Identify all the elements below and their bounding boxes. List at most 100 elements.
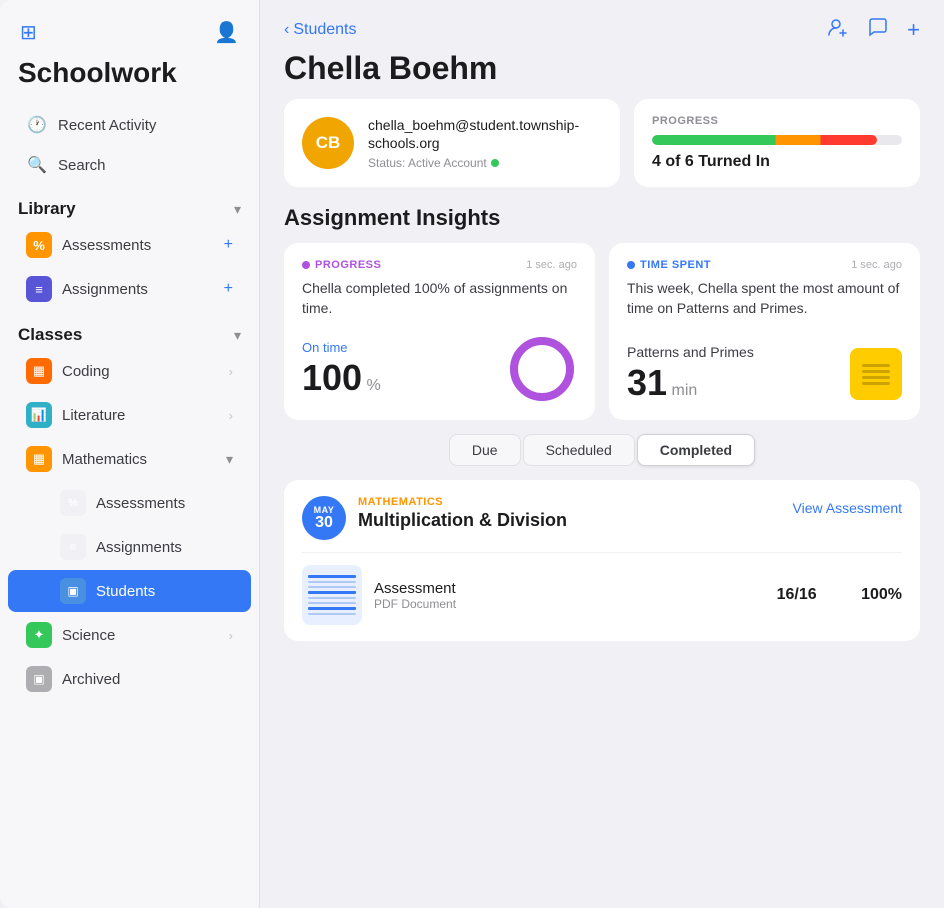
add-icon[interactable]: +: [224, 280, 233, 298]
sidebar-item-assessments[interactable]: % Assessments +: [8, 224, 251, 266]
add-button[interactable]: +: [907, 17, 920, 43]
thumb-line: [308, 613, 356, 615]
sidebar-item-math-assessments[interactable]: % Assessments: [8, 482, 251, 524]
thumb-line: [308, 591, 356, 594]
students-icon: ▣: [60, 578, 86, 604]
clock-icon: 🕐: [26, 114, 48, 136]
tab-bar: Due Scheduled Completed: [260, 434, 944, 480]
student-details: chella_boehm@student.township-schools.or…: [368, 116, 602, 170]
thumb-lines: [302, 569, 362, 621]
app-title: Schoolwork: [0, 57, 259, 105]
sidebar-item-label: Assessments: [96, 495, 233, 512]
insight-metric-value-row: 31 min: [627, 362, 754, 404]
insight-metric: On time 100 %: [302, 340, 381, 399]
library-section-header[interactable]: Library ▾: [0, 185, 259, 223]
science-icon: ✦: [26, 622, 52, 648]
assignment-score: 16/16 100%: [777, 586, 902, 604]
insight-timestamp: 1 sec. ago: [526, 259, 577, 271]
insight-type-time: TIME SPENT: [627, 259, 711, 271]
chevron-right-icon: ›: [229, 408, 233, 423]
insight-metric-value-row: 100 %: [302, 357, 381, 399]
notebook-line: [862, 376, 890, 379]
sidebar-item-archived[interactable]: ▣ Archived: [8, 658, 251, 700]
header-actions: +: [827, 16, 920, 44]
notebook-line: [862, 382, 890, 385]
date-badge: MAY 30: [302, 496, 346, 540]
thumb-line: [308, 602, 356, 604]
insight-header: PROGRESS 1 sec. ago: [302, 259, 577, 271]
assignment-header: MAY 30 MATHEMATICS Multiplication & Divi…: [302, 496, 902, 540]
insight-metric-label: On time: [302, 340, 381, 355]
chevron-down-icon: ▾: [234, 201, 241, 218]
sidebar-item-label: Literature: [62, 407, 219, 424]
chevron-down-icon: ▾: [226, 451, 233, 468]
insight-metric-row: Patterns and Primes 31 min: [627, 344, 902, 404]
user-profile-button[interactable]: 👤: [212, 18, 241, 47]
assignment-thumbnail: [302, 565, 362, 625]
assignments-icon: ≡: [26, 276, 52, 302]
tab-due[interactable]: Due: [449, 434, 521, 466]
tab-completed[interactable]: Completed: [637, 434, 755, 466]
back-label: Students: [293, 21, 356, 39]
progress-bar-fill: [652, 135, 877, 145]
insights-row: PROGRESS 1 sec. ago Chella completed 100…: [260, 243, 944, 434]
time-dot: [627, 261, 635, 269]
insight-type-progress: PROGRESS: [302, 259, 381, 271]
sidebar-item-assignments[interactable]: ≡ Assignments +: [8, 268, 251, 310]
sidebar-item-label: Students: [96, 583, 233, 600]
sidebar-item-search[interactable]: 🔍 Search: [8, 145, 251, 185]
top-cards: CB chella_boehm@student.township-schools…: [260, 99, 944, 201]
sidebar-item-coding[interactable]: ▦ Coding ›: [8, 350, 251, 392]
progress-label: PROGRESS: [652, 115, 902, 127]
main-header: ‹ Students +: [260, 0, 944, 44]
assignment-item-info: Assessment PDF Document: [374, 580, 765, 611]
add-icon[interactable]: +: [224, 236, 233, 254]
classes-title: Classes: [18, 325, 82, 345]
sidebar-item-mathematics[interactable]: ▦ Mathematics ▾: [8, 438, 251, 480]
add-student-button[interactable]: [827, 16, 849, 44]
notebook-line: [862, 364, 890, 367]
sidebar-item-math-students[interactable]: ▣ Students: [8, 570, 251, 612]
sidebar-item-label: Science: [62, 627, 219, 644]
insight-description: This week, Chella spent the most amount …: [627, 279, 902, 318]
back-button[interactable]: ‹ Students: [284, 21, 356, 39]
notebook-lines: [856, 358, 896, 391]
thumb-line: [308, 575, 356, 578]
sidebar-item-science[interactable]: ✦ Science ›: [8, 614, 251, 656]
assignment-item-type: PDF Document: [374, 597, 765, 611]
insight-description: Chella completed 100% of assignments on …: [302, 279, 577, 318]
tab-scheduled[interactable]: Scheduled: [523, 434, 635, 466]
score-fraction: 16/16: [777, 586, 817, 603]
chevron-right-icon: ›: [229, 628, 233, 643]
assignment-card: MAY 30 MATHEMATICS Multiplication & Divi…: [284, 480, 920, 641]
view-assessment-button[interactable]: View Assessment: [793, 496, 902, 516]
sidebar-item-literature[interactable]: 📊 Literature ›: [8, 394, 251, 436]
insight-header: TIME SPENT 1 sec. ago: [627, 259, 902, 271]
classes-section-header[interactable]: Classes ▾: [0, 311, 259, 349]
math-assessments-icon: %: [60, 490, 86, 516]
main-content: ‹ Students + Chella B: [260, 0, 944, 908]
avatar: CB: [302, 117, 354, 169]
sidebar-item-math-assignments[interactable]: ≡ Assignments: [8, 526, 251, 568]
progress-insight-card: PROGRESS 1 sec. ago Chella completed 100…: [284, 243, 595, 420]
donut-chart: [507, 334, 577, 404]
sidebar-toggle-button[interactable]: ⊞: [18, 18, 39, 47]
archived-icon: ▣: [26, 666, 52, 692]
thumb-line: [308, 607, 356, 610]
assignment-subject: MATHEMATICS: [358, 496, 793, 508]
insight-timestamp: 1 sec. ago: [851, 259, 902, 271]
sidebar-item-label: Search: [58, 157, 106, 174]
sidebar-item-label: Recent Activity: [58, 117, 156, 134]
sidebar-item-label: Coding: [62, 363, 219, 380]
message-button[interactable]: [867, 16, 889, 44]
sidebar-item-recent-activity[interactable]: 🕐 Recent Activity: [8, 105, 251, 145]
insight-metric-value: 100: [302, 357, 362, 398]
insight-metric-unit: min: [672, 382, 698, 399]
sidebar-item-label: Assignments: [62, 281, 214, 298]
notebook-line: [862, 370, 890, 373]
literature-icon: 📊: [26, 402, 52, 428]
coding-icon: ▦: [26, 358, 52, 384]
progress-dot: [302, 261, 310, 269]
active-status-dot: [491, 159, 499, 167]
sidebar-top-bar: ⊞ 👤: [0, 0, 259, 57]
